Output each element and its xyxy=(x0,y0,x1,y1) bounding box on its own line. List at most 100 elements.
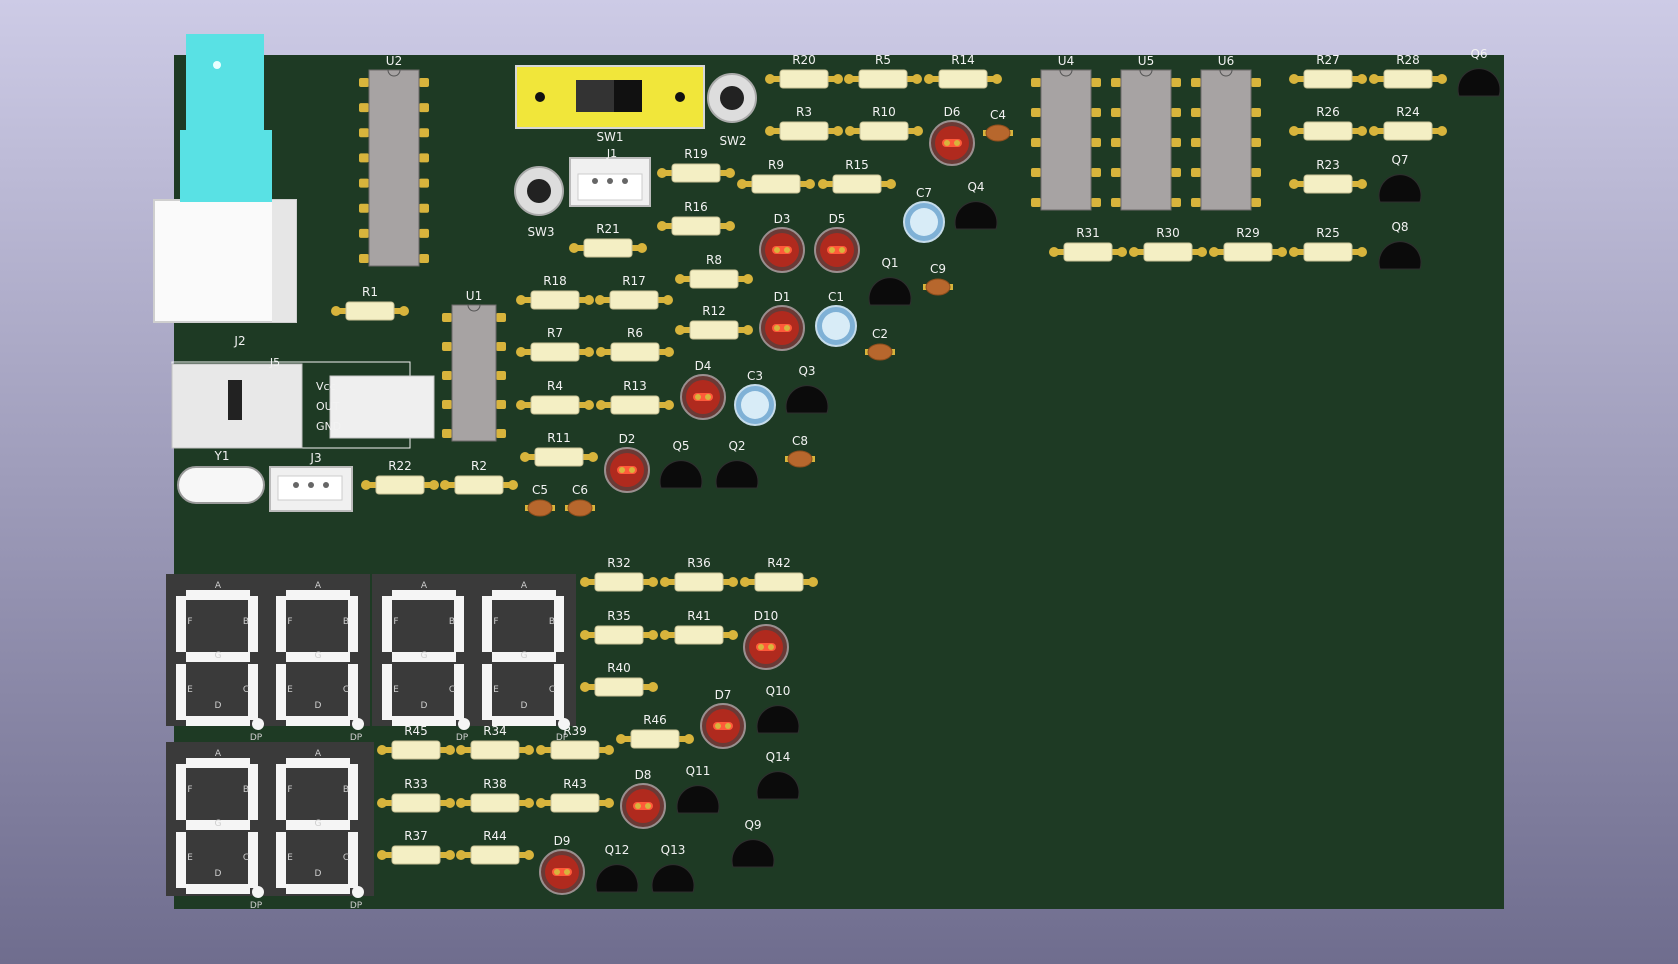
ref-label: D8 xyxy=(635,768,652,782)
ref-label: C4 xyxy=(990,108,1006,122)
electrolytic-cap-c3: C3 xyxy=(734,369,776,426)
resistor-r44: R44 xyxy=(456,829,534,865)
ref-label: R37 xyxy=(404,829,428,843)
ref-label: R18 xyxy=(543,274,567,288)
switch-sw1: SW1 xyxy=(515,65,705,144)
ref-label: U4 xyxy=(1058,54,1074,68)
j5-pin-label: OUT xyxy=(316,400,340,413)
segment-letter: B xyxy=(343,617,349,627)
ref-label: D9 xyxy=(554,834,571,848)
segment-letter: B xyxy=(549,617,555,627)
ref-label: R44 xyxy=(483,829,507,843)
segment-letter: B xyxy=(243,785,249,795)
ref-label: R7 xyxy=(547,326,563,340)
led-d2: D2 xyxy=(604,432,650,493)
resistor-r45: R45 xyxy=(377,724,455,760)
led-d6: D6 xyxy=(929,105,975,166)
ref-label: R10 xyxy=(872,105,896,119)
transistor-q11: Q11 xyxy=(676,764,720,814)
led-d5: D5 xyxy=(814,212,860,273)
ref-label: U2 xyxy=(386,54,402,68)
transistor-q14: Q14 xyxy=(756,750,800,800)
resistor-r23: R23 xyxy=(1289,158,1367,194)
ref-label: R1 xyxy=(362,285,378,299)
pcb-3d-render[interactable]: R1 R2 R3 R4 R5 R6 R7 R8 R9 R10 R11 R12 R13 R14 R15 R16 R… xyxy=(0,0,1678,964)
j5-pin-label: Vcc xyxy=(316,380,336,393)
ref-label: R34 xyxy=(483,724,507,738)
resistor-r13: R13 xyxy=(596,379,674,415)
segment-letter: D xyxy=(315,869,322,879)
resistor-r14: R14 xyxy=(924,53,1002,89)
ref-label: Q14 xyxy=(766,750,791,764)
resistor-r35: R35 xyxy=(580,609,658,645)
ref-label: R12 xyxy=(702,304,726,318)
resistor-r31: R31 xyxy=(1049,226,1127,262)
resistor-r5: R5 xyxy=(844,53,922,89)
segment-letter: G xyxy=(421,651,428,661)
ref-label: SW3 xyxy=(527,225,554,239)
ref-label: R33 xyxy=(404,777,428,791)
ref-label: Q3 xyxy=(798,364,815,378)
resistor-r43: R43 xyxy=(536,777,614,813)
resistor-r16: R16 xyxy=(657,200,735,236)
j5-pin-label: GND xyxy=(316,420,341,433)
segment-letter: F xyxy=(287,617,292,627)
ref-label: R11 xyxy=(547,431,571,445)
segment-letter: B xyxy=(343,785,349,795)
resistor-r33: R33 xyxy=(377,777,455,813)
ref-label: R24 xyxy=(1396,105,1420,119)
ref-label: R14 xyxy=(951,53,975,67)
connector-j3: J3 xyxy=(269,451,353,512)
resistor-r37: R37 xyxy=(377,829,455,865)
ref-label: R35 xyxy=(607,609,631,623)
transistor-q4: Q4 xyxy=(954,180,998,230)
ref-label: D4 xyxy=(695,359,712,373)
transistor-q8: Q8 xyxy=(1378,220,1422,270)
ref-label: Q6 xyxy=(1470,47,1487,61)
segment-letter: E xyxy=(187,853,193,863)
ref-label: U5 xyxy=(1138,54,1154,68)
electrolytic-cap-c1: C1 xyxy=(815,290,857,347)
resistor-r29: R29 xyxy=(1209,226,1287,262)
ref-label: R36 xyxy=(687,556,711,570)
resistor-r7: R7 xyxy=(516,326,594,362)
resistor-r41: R41 xyxy=(660,609,738,645)
ref-label: R28 xyxy=(1396,53,1420,67)
ceramic-cap-c2: C2 xyxy=(865,327,895,361)
ref-label: R26 xyxy=(1316,105,1340,119)
segment-letter: DP xyxy=(456,733,469,743)
ref-label: Q5 xyxy=(672,439,689,453)
segment-letter: F xyxy=(493,617,498,627)
resistor-r20: R20 xyxy=(765,53,843,89)
ref-label: R8 xyxy=(706,253,722,267)
ref-label: R4 xyxy=(547,379,563,393)
transistor-q2: Q2 xyxy=(715,439,759,489)
resistor-r11: R11 xyxy=(520,431,598,467)
resistor-r10: R10 xyxy=(845,105,923,141)
segment-letter: G xyxy=(521,651,528,661)
resistor-r8: R8 xyxy=(675,253,753,289)
electrolytic-cap-c7: C7 xyxy=(903,186,945,243)
ref-label: R3 xyxy=(796,105,812,119)
segment-letter: D xyxy=(421,701,428,711)
resistor-r24: R24 xyxy=(1369,105,1447,141)
ref-label: R45 xyxy=(404,724,428,738)
ref-label: U1 xyxy=(466,289,482,303)
segment-letter: A xyxy=(315,581,322,591)
resistor-r39: R39 xyxy=(536,724,614,760)
ref-label: R20 xyxy=(792,53,816,67)
ref-label: R43 xyxy=(563,777,587,791)
ref-label: D5 xyxy=(829,212,846,226)
resistor-r28: R28 xyxy=(1369,53,1447,89)
ref-label: D3 xyxy=(774,212,791,226)
segment-letter: E xyxy=(493,685,499,695)
ref-label: R41 xyxy=(687,609,711,623)
resistor-r22: R22 xyxy=(361,459,439,495)
ic-u6: U6 xyxy=(1191,54,1261,211)
ref-label: Y1 xyxy=(214,449,230,463)
segment-letter: A xyxy=(215,749,222,759)
ref-label: Q10 xyxy=(766,684,791,698)
segment-letter: B xyxy=(449,617,455,627)
ref-label: SW2 xyxy=(719,134,746,148)
segment-letter: E xyxy=(393,685,399,695)
